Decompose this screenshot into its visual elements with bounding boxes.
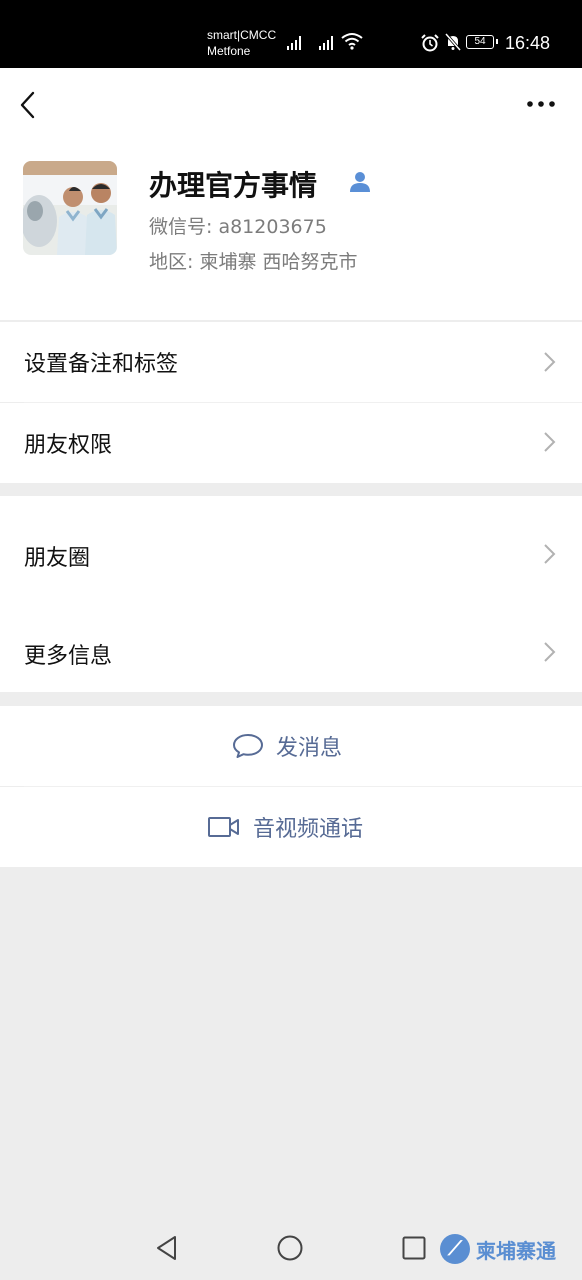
more-dots-icon[interactable] <box>526 98 556 110</box>
chevron-right-icon <box>544 642 556 662</box>
wifi-icon <box>341 33 363 50</box>
carrier-label: smart|CMCC Metfone <box>207 28 277 58</box>
menu-item-moments[interactable]: 朋友圈 <box>0 496 582 606</box>
alarm-icon <box>421 34 439 52</box>
chevron-left-icon[interactable] <box>17 90 43 120</box>
send-message-button[interactable]: 发消息 <box>0 706 582 786</box>
signal-icon <box>319 34 337 50</box>
menu-item-label: 设置备注和标签 <box>24 352 179 377</box>
chevron-right-icon <box>544 352 556 372</box>
mute-icon <box>444 33 462 51</box>
signal-icon <box>287 34 305 50</box>
top-nav-bar <box>0 68 582 140</box>
chevron-right-icon <box>544 432 556 452</box>
menu-item-label: 朋友圈 <box>24 546 91 571</box>
menu-item-remark-tags[interactable]: 设置备注和标签 <box>0 322 582 402</box>
video-camera-icon <box>208 817 239 837</box>
menu-group-2: 朋友圈 更多信息 <box>0 496 582 692</box>
watermark: ⟋ 柬埔寨通 <box>440 1232 564 1266</box>
video-call-button[interactable]: 音视频通话 <box>0 787 582 867</box>
region: 地区: 柬埔寨 西哈努克市 <box>149 251 358 273</box>
menu-item-label: 朋友权限 <box>24 433 113 458</box>
video-call-label: 音视频通话 <box>253 817 364 842</box>
back-triangle-icon[interactable] <box>154 1234 180 1262</box>
battery-icon: 54 <box>466 35 498 49</box>
recents-square-icon[interactable] <box>401 1235 427 1261</box>
chat-bubble-icon <box>233 734 263 758</box>
menu-item-label: 更多信息 <box>24 644 113 669</box>
home-circle-icon[interactable] <box>276 1234 304 1262</box>
clock: 16:48 <box>505 33 551 53</box>
send-message-label: 发消息 <box>276 736 343 761</box>
chevron-right-icon <box>544 544 556 564</box>
profile-name: 办理官方事情 <box>149 169 318 202</box>
menu-item-more-info[interactable]: 更多信息 <box>0 606 582 692</box>
status-bar: smart|CMCC Metfone 54 16:48 <box>0 0 582 68</box>
profile-card: 办理官方事情 微信号: a81203675 地区: 柬埔寨 西哈努克市 <box>0 140 582 320</box>
menu-item-friend-permissions[interactable]: 朋友权限 <box>0 403 582 483</box>
wechat-id: 微信号: a81203675 <box>149 216 327 238</box>
person-icon <box>350 172 370 192</box>
avatar[interactable] <box>23 161 117 255</box>
watermark-text: 柬埔寨通 <box>476 1238 556 1263</box>
logo-icon: ⟋ <box>440 1234 470 1264</box>
